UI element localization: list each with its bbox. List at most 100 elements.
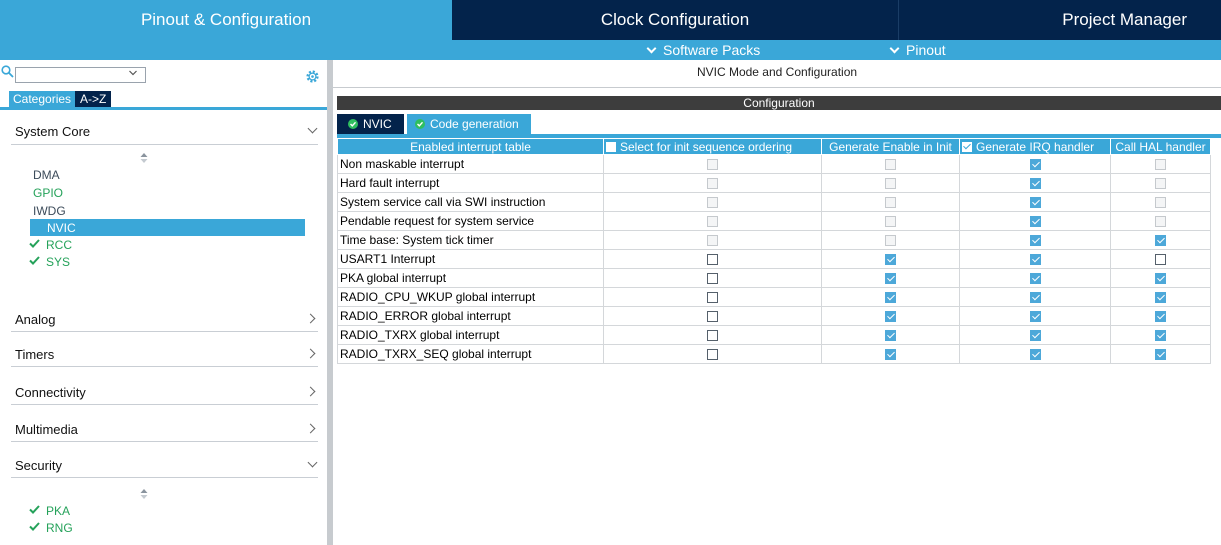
checkbox-init-seq[interactable] bbox=[707, 292, 718, 304]
cell-init-seq bbox=[603, 173, 822, 193]
sort-icon[interactable] bbox=[140, 153, 148, 163]
interrupt-name: RADIO_TXRX global interrupt bbox=[337, 325, 604, 345]
checkbox-gen-enable[interactable] bbox=[885, 349, 896, 361]
table-row[interactable]: USART1 Interrupt bbox=[337, 249, 1211, 269]
checkbox-gen-irq[interactable] bbox=[1029, 254, 1041, 266]
table-row[interactable]: RADIO_ERROR global interrupt bbox=[337, 306, 1211, 326]
list-item-rng[interactable]: RNG bbox=[29, 519, 73, 536]
cell-gen-enable bbox=[821, 306, 960, 326]
column-label: Select for init sequence ordering bbox=[620, 139, 793, 154]
section-label: Connectivity bbox=[15, 384, 86, 400]
search-row bbox=[0, 64, 327, 84]
section-system-core[interactable]: System Core bbox=[15, 121, 318, 141]
chevron-right-icon bbox=[305, 423, 316, 434]
table-row[interactable]: Hard fault interrupt bbox=[337, 173, 1211, 193]
tab-categories[interactable]: Categories bbox=[9, 91, 76, 107]
table-row[interactable]: Time base: System tick timer bbox=[337, 230, 1211, 250]
checkbox-init-seq[interactable] bbox=[707, 311, 718, 323]
column-header-enabled-interrupt-table: Enabled interrupt table bbox=[337, 138, 604, 155]
table-row[interactable]: RADIO_CPU_WKUP global interrupt bbox=[337, 287, 1211, 307]
search-icon[interactable] bbox=[1, 65, 14, 78]
checkbox-call-hal[interactable] bbox=[1155, 349, 1166, 361]
table-row[interactable]: RADIO_TXRX global interrupt bbox=[337, 325, 1211, 345]
checkbox-call-hal[interactable] bbox=[1155, 330, 1166, 342]
checkbox-gen-irq[interactable] bbox=[1029, 273, 1041, 285]
checkbox-gen-irq[interactable] bbox=[1029, 197, 1041, 209]
chevron-down-icon bbox=[307, 457, 318, 468]
table-row[interactable]: System service call via SWI instruction bbox=[337, 192, 1211, 212]
checkbox-init-seq[interactable] bbox=[707, 349, 718, 361]
checkbox-gen-enable bbox=[885, 159, 896, 171]
tab-code-generation[interactable]: Code generation bbox=[407, 114, 531, 134]
list-item-dma[interactable]: DMA bbox=[33, 166, 60, 183]
cell-call-hal bbox=[1110, 154, 1211, 174]
checkbox-gen-enable bbox=[885, 197, 896, 209]
checkbox-gen-irq[interactable] bbox=[1029, 292, 1041, 304]
list-item-sys[interactable]: SYS bbox=[29, 253, 70, 270]
tab-underline bbox=[0, 107, 327, 110]
table-row[interactable]: Non maskable interrupt bbox=[337, 154, 1211, 174]
checkbox-gen-irq[interactable] bbox=[1029, 311, 1041, 323]
checkbox-gen-enable[interactable] bbox=[885, 273, 896, 285]
checkbox-gen-enable[interactable] bbox=[885, 254, 896, 266]
list-item-iwdg[interactable]: IWDG bbox=[33, 202, 66, 219]
table-row[interactable]: RADIO_TXRX_SEQ global interrupt bbox=[337, 344, 1211, 364]
list-item-rcc[interactable]: RCC bbox=[29, 236, 72, 253]
checkbox-call-hal[interactable] bbox=[1155, 292, 1166, 304]
checkbox-call-hal[interactable] bbox=[1155, 235, 1166, 247]
section-connectivity[interactable]: Connectivity bbox=[15, 382, 318, 402]
section-timers[interactable]: Timers bbox=[15, 344, 318, 364]
divider bbox=[333, 87, 1221, 88]
column-header-generate-irq[interactable]: Generate IRQ handler bbox=[959, 138, 1111, 155]
chevron-down-icon[interactable] bbox=[129, 69, 137, 77]
checkbox-gen-enable[interactable] bbox=[885, 292, 896, 304]
checkbox-gen-irq[interactable] bbox=[1029, 178, 1041, 190]
checkbox-init-seq[interactable] bbox=[707, 254, 718, 266]
section-analog[interactable]: Analog bbox=[15, 309, 318, 329]
column-header-init-sequence[interactable]: Select for init sequence ordering bbox=[603, 138, 822, 155]
list-item-nvic[interactable]: NVIC bbox=[30, 219, 305, 236]
header-checkbox-init-seq[interactable] bbox=[606, 142, 616, 153]
checkbox-gen-irq[interactable] bbox=[1029, 159, 1041, 171]
checkbox-init-seq bbox=[707, 178, 718, 190]
pinout-menu[interactable]: Pinout bbox=[889, 40, 946, 60]
cell-gen-enable bbox=[821, 325, 960, 345]
gear-icon[interactable] bbox=[305, 69, 320, 84]
cell-gen-irq bbox=[959, 287, 1111, 307]
table-row[interactable]: Pendable request for system service bbox=[337, 211, 1211, 231]
checkbox-init-seq[interactable] bbox=[707, 330, 718, 342]
checkbox-gen-irq[interactable] bbox=[1029, 349, 1041, 361]
tab-project-manager[interactable]: Project Manager bbox=[899, 0, 1221, 40]
section-multimedia[interactable]: Multimedia bbox=[15, 419, 318, 439]
category-tabs: Categories A->Z bbox=[9, 91, 112, 107]
checkbox-call-hal[interactable] bbox=[1155, 273, 1166, 285]
tab-nvic[interactable]: NVIC bbox=[337, 114, 404, 134]
cell-gen-irq bbox=[959, 306, 1111, 326]
cell-gen-irq bbox=[959, 230, 1111, 250]
header-checkbox-gen-irq[interactable] bbox=[962, 142, 972, 153]
tab-pinout-configuration[interactable]: Pinout & Configuration bbox=[0, 0, 452, 40]
list-item-pka[interactable]: PKA bbox=[29, 502, 70, 519]
cell-call-hal bbox=[1110, 192, 1211, 212]
checkbox-gen-irq[interactable] bbox=[1029, 235, 1041, 247]
cell-gen-enable bbox=[821, 230, 960, 250]
chevron-down-icon bbox=[307, 123, 318, 134]
table-row[interactable]: PKA global interrupt bbox=[337, 268, 1211, 288]
tab-a-z[interactable]: A->Z bbox=[75, 91, 112, 107]
checkbox-call-hal[interactable] bbox=[1155, 311, 1166, 323]
checkbox-gen-irq[interactable] bbox=[1029, 330, 1041, 342]
checkbox-init-seq[interactable] bbox=[707, 273, 718, 285]
checkbox-call-hal[interactable] bbox=[1155, 254, 1166, 266]
checkbox-gen-enable bbox=[885, 178, 896, 190]
panel-splitter[interactable] bbox=[327, 60, 333, 545]
checkbox-gen-irq[interactable] bbox=[1029, 216, 1041, 228]
section-security[interactable]: Security bbox=[15, 455, 318, 475]
software-packs-menu[interactable]: Software Packs bbox=[646, 40, 760, 60]
sort-icon[interactable] bbox=[140, 489, 148, 499]
interrupt-name: RADIO_TXRX_SEQ global interrupt bbox=[337, 344, 604, 364]
list-item-gpio[interactable]: GPIO bbox=[33, 184, 63, 201]
search-input[interactable] bbox=[15, 67, 146, 83]
tab-clock-configuration[interactable]: Clock Configuration bbox=[452, 0, 899, 40]
checkbox-gen-enable[interactable] bbox=[885, 330, 896, 342]
checkbox-gen-enable[interactable] bbox=[885, 311, 896, 323]
